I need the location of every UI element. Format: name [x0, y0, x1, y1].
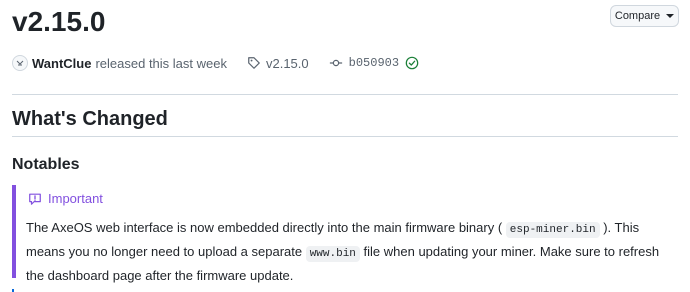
- alert-body: The AxeOS web interface is now embedded …: [26, 217, 676, 287]
- avatar-icon: [16, 60, 24, 66]
- compare-label: Compare: [614, 10, 661, 22]
- inline-code: www.bin: [305, 246, 360, 262]
- alert-title: Important: [28, 190, 103, 207]
- report-icon: [29, 193, 41, 205]
- commit-link[interactable]: b050903: [329, 56, 419, 70]
- tag-label: v2.15.0: [265, 55, 309, 71]
- inline-code: esp-miner.bin: [505, 222, 600, 238]
- compare-button[interactable]: Compare: [610, 5, 679, 27]
- released-text: released this last week: [95, 55, 227, 71]
- alert-text: The AxeOS web interface is now embedded …: [26, 220, 506, 235]
- whats-changed-heading: What's Changed: [12, 108, 168, 130]
- caret-down-icon: [666, 14, 675, 18]
- verified-check-icon[interactable]: [405, 56, 419, 70]
- divider: [12, 136, 678, 137]
- alert-title-label: Important: [48, 191, 103, 206]
- notables-heading: Notables: [12, 156, 80, 173]
- release-title[interactable]: v2.15.0: [12, 4, 105, 40]
- commit-icon: [329, 59, 342, 67]
- release-page: v2.15.0 Compare WantClue released this l…: [0, 0, 690, 292]
- tag-link[interactable]: v2.15.0: [247, 56, 309, 71]
- divider: [12, 94, 678, 95]
- author-link[interactable]: WantClue: [32, 56, 91, 71]
- avatar[interactable]: [12, 55, 28, 71]
- tag-icon: [248, 57, 260, 69]
- commit-hash: b050903: [348, 56, 400, 70]
- release-meta: WantClue released this last week v2.15.0…: [12, 53, 419, 73]
- important-alert: Important The AxeOS web interface is now…: [12, 185, 678, 283]
